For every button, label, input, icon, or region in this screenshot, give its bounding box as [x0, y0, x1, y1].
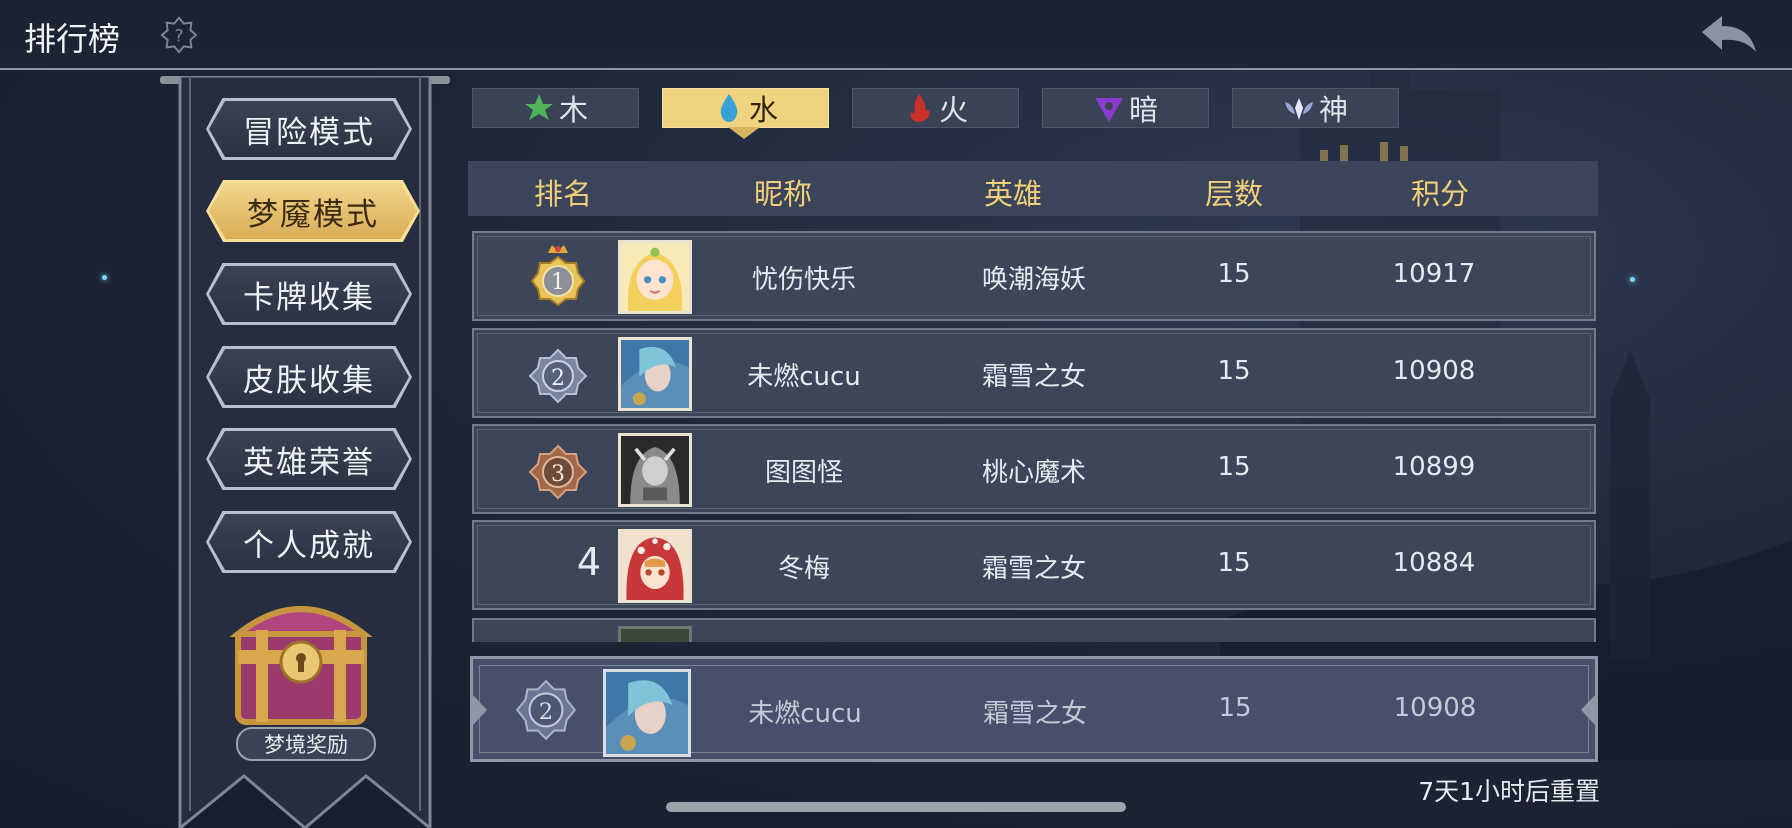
svg-text:?: ? [174, 27, 183, 47]
menu-item-personal-achievement[interactable]: 个人成就 [206, 511, 412, 573]
header-nickname: 昵称 [753, 177, 812, 211]
nickname-cell: 未燃cucu [747, 362, 861, 392]
rank-badge-gold-icon: 1 [530, 245, 586, 307]
dream-reward-label[interactable]: 梦境奖励 [236, 727, 376, 761]
hero-cell: 唤潮海妖 [981, 265, 1086, 295]
avatar [618, 529, 692, 603]
my-rank-row[interactable]: 2 未燃cucu 霜雪之女 15 10908 [470, 656, 1598, 762]
tab-label: 木 [558, 93, 588, 127]
header-rank: 排名 [533, 177, 592, 211]
rank-badge-silver-icon: 2 [528, 348, 588, 404]
rank-number: 4 [576, 540, 602, 584]
active-tab-pointer [728, 127, 760, 139]
floors-cell: 15 [1217, 548, 1251, 578]
tab-fire[interactable]: 火 [852, 88, 1019, 128]
hero-cell: 桃心魔术 [981, 458, 1086, 488]
back-arrow-icon[interactable] [1698, 12, 1762, 60]
score-cell: 10884 [1392, 548, 1476, 578]
tab-label: 神 [1318, 93, 1348, 127]
table-row[interactable]: 2 未燃cucu 霜雪之女 15 10908 [472, 328, 1596, 418]
rank-number: 3 [551, 462, 565, 487]
table-row[interactable]: 1 忧伤快乐 唤潮海妖 15 10917 [472, 231, 1596, 321]
reset-countdown: 7天1小时后重置 [1418, 777, 1600, 806]
divine-wings-icon [1284, 98, 1313, 120]
treasure-chest-icon[interactable] [226, 590, 376, 730]
rank-badge-bronze-icon: 3 [528, 444, 588, 500]
dark-triangle-icon [1094, 98, 1123, 122]
tab-label: 火 [938, 93, 968, 127]
score-cell: 10899 [1392, 452, 1476, 482]
rank-number: 1 [551, 270, 565, 295]
top-bar: 排行榜 ? [0, 0, 1792, 70]
menu-item-label: 个人成就 [243, 527, 375, 564]
menu-item-nightmare-mode[interactable]: 梦魇模式 [206, 180, 420, 242]
leaderboard-header: 排名 昵称 英雄 层数 积分 [468, 161, 1598, 216]
hero-cell: 霜雪之女 [981, 554, 1086, 584]
header-floors: 层数 [1204, 177, 1263, 211]
header-hero: 英雄 [983, 177, 1042, 211]
menu-item-hero-honor[interactable]: 英雄荣誉 [206, 428, 412, 490]
tab-label: 水 [748, 93, 778, 127]
tab-water[interactable]: 水 [662, 88, 829, 128]
page-title: 排行榜 [24, 20, 121, 58]
avatar [618, 337, 692, 411]
floors-cell: 15 [1217, 452, 1251, 482]
tab-wood[interactable]: 木 [472, 88, 639, 128]
table-row-partial[interactable] [472, 618, 1596, 642]
menu-item-label: 梦魇模式 [247, 196, 379, 233]
menu-item-label: 皮肤收集 [243, 362, 375, 399]
avatar [603, 669, 691, 757]
floors-cell: 15 [1217, 356, 1251, 386]
table-row[interactable]: 3 图图怪 桃心魔术 15 10899 [472, 424, 1596, 514]
water-drop-icon [720, 94, 738, 122]
menu-item-adventure-mode[interactable]: 冒险模式 [206, 98, 412, 160]
rank-number: 2 [551, 366, 565, 391]
floors-cell: 15 [1217, 259, 1251, 289]
floors-cell: 15 [1218, 693, 1252, 723]
score-cell: 10917 [1392, 259, 1476, 289]
tab-dark[interactable]: 暗 [1042, 88, 1209, 128]
frame-right-ornament [1581, 693, 1597, 727]
nickname-cell: 图图怪 [764, 458, 843, 488]
menu-item-card-collection[interactable]: 卡牌收集 [206, 263, 412, 325]
leaf-icon [524, 94, 553, 120]
nickname-cell: 冬梅 [777, 554, 830, 584]
tab-divine[interactable]: 神 [1232, 88, 1399, 128]
avatar [618, 433, 692, 507]
menu-item-label: 卡牌收集 [243, 279, 375, 316]
background-star [102, 275, 107, 280]
menu-item-label: 英雄荣誉 [243, 444, 375, 481]
frame-left-ornament [471, 693, 487, 727]
avatar [618, 626, 692, 642]
help-gear-icon[interactable]: ? [160, 16, 198, 54]
rank-badge-silver-icon: 2 [515, 679, 577, 741]
fire-icon [910, 94, 930, 122]
home-indicator[interactable] [666, 802, 1126, 812]
score-cell: 10908 [1392, 356, 1476, 386]
tab-label: 暗 [1128, 93, 1158, 127]
avatar [618, 240, 692, 314]
nickname-cell: 未燃cucu [748, 699, 862, 729]
score-cell: 10908 [1393, 693, 1477, 723]
menu-item-label: 冒险模式 [243, 114, 375, 151]
header-score: 积分 [1410, 177, 1469, 211]
hero-cell: 霜雪之女 [982, 699, 1087, 729]
hero-cell: 霜雪之女 [981, 362, 1086, 392]
table-row[interactable]: 4 冬梅 霜雪之女 15 10884 [472, 520, 1596, 610]
nickname-cell: 忧伤快乐 [751, 265, 856, 295]
rank-number: 2 [539, 699, 553, 725]
menu-item-skin-collection[interactable]: 皮肤收集 [206, 346, 412, 408]
